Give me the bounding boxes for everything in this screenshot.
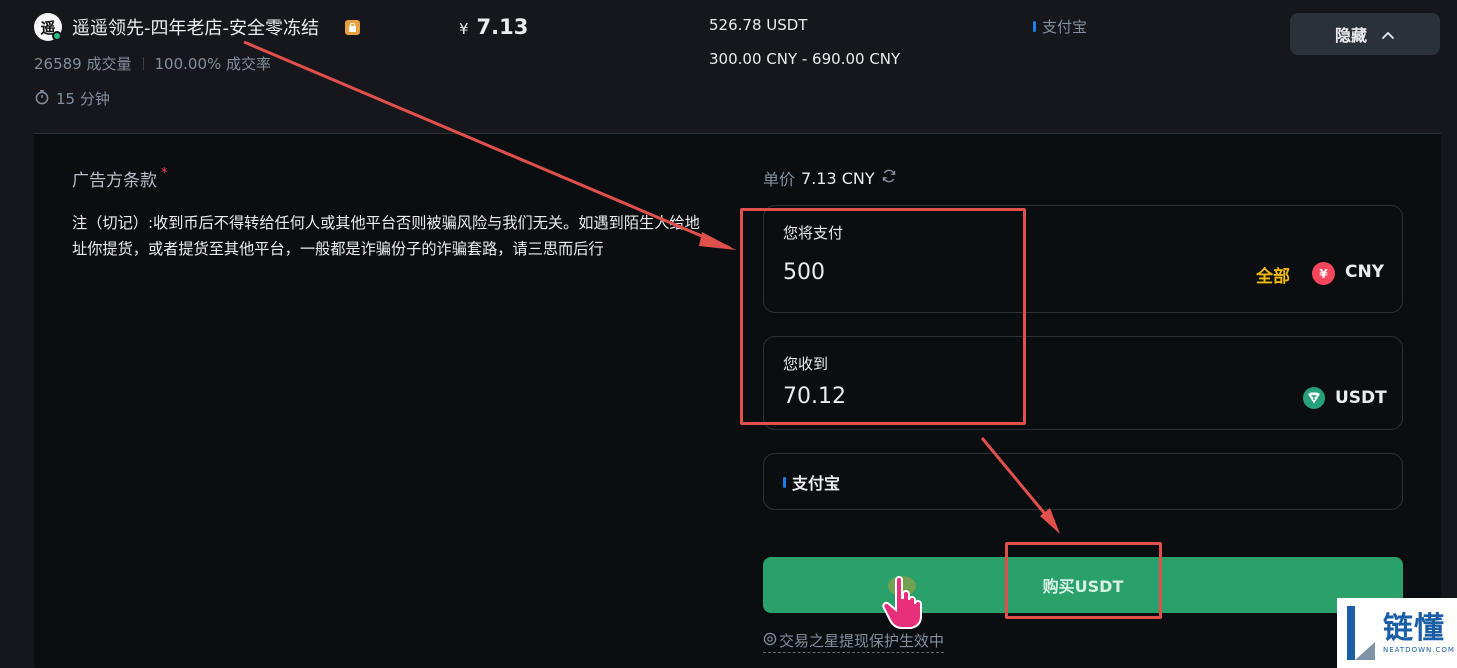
listing-payment-method: 支付宝 <box>1033 16 1087 37</box>
watermark-logo-mark <box>1347 606 1375 660</box>
watermark-cn: 链懂 <box>1383 611 1445 646</box>
completion-rate: 100.00% 成交率 <box>154 55 272 73</box>
refresh-icon[interactable] <box>881 168 897 188</box>
hand-pointer-icon <box>878 574 926 630</box>
payment-method-option-text: 支付宝 <box>792 474 841 493</box>
payment-method-select[interactable] <box>763 453 1403 510</box>
available-amount: 526.78 USDT <box>709 16 808 34</box>
payment-method-option[interactable]: 支付宝 <box>783 470 840 494</box>
alipay-color-bar <box>1033 21 1036 32</box>
cny-coin-icon: ¥ <box>1312 262 1335 285</box>
unit-price-label: 单价 <box>763 170 796 189</box>
terms-body: 注（切记）:收到币后不得转给任何人或其他平台否则被骗风险与我们无关。如遇到陌生人… <box>72 214 700 258</box>
order-limit: 300.00 CNY - 690.00 CNY <box>709 50 901 68</box>
watermark-en: NEATDOWN.COM <box>1383 646 1455 654</box>
pay-time-limit: 15 分钟 <box>34 88 110 109</box>
required-mark: * <box>161 166 168 181</box>
alipay-color-bar <box>783 476 786 488</box>
online-status-dot <box>52 31 62 41</box>
payment-method-text: 支付宝 <box>1042 18 1088 36</box>
merchant-stats: 26589 成交量 100.00% 成交率 <box>34 53 271 74</box>
stopwatch-icon <box>34 89 50 109</box>
terms-title: 广告方条款 * <box>72 166 168 191</box>
hide-button-label: 隐藏 <box>1334 26 1367 45</box>
watermark-text: 链懂 NEATDOWN.COM <box>1383 611 1455 655</box>
listing-price: ¥ 7.13 <box>459 15 528 39</box>
unit-price: 单价 7.13 CNY <box>763 166 897 190</box>
receive-currency: USDT <box>1335 388 1387 408</box>
annotation-highlight-buy <box>1005 542 1162 619</box>
site-watermark: 链懂 NEATDOWN.COM <box>1337 598 1457 668</box>
withdrawal-protection-notice[interactable]: 交易之星提现保护生效中 <box>763 630 945 653</box>
pay-currency: CNY <box>1345 262 1385 282</box>
price-value: 7.13 <box>476 15 529 39</box>
terms-title-text: 广告方条款 <box>72 171 157 191</box>
usdt-coin-icon <box>1303 387 1325 409</box>
hide-button[interactable]: 隐藏 <box>1290 13 1440 55</box>
pay-all-button[interactable]: 全部 <box>1256 262 1290 287</box>
order-count: 26589 成交量 <box>34 55 132 73</box>
annotation-highlight-amounts <box>740 208 1026 425</box>
shield-icon <box>763 632 777 650</box>
protection-text: 交易之星提现保护生效中 <box>779 632 945 650</box>
chevron-up-icon <box>1381 25 1395 44</box>
unit-price-value: 7.13 CNY <box>801 168 875 188</box>
pay-time-text: 15 分钟 <box>56 90 110 108</box>
merchant-name[interactable]: 遥遥领先-四年老店-安全零冻结 <box>72 14 319 40</box>
merchant-badge-icon <box>345 20 360 35</box>
stats-divider <box>142 57 144 70</box>
price-currency-symbol: ¥ <box>459 20 469 38</box>
